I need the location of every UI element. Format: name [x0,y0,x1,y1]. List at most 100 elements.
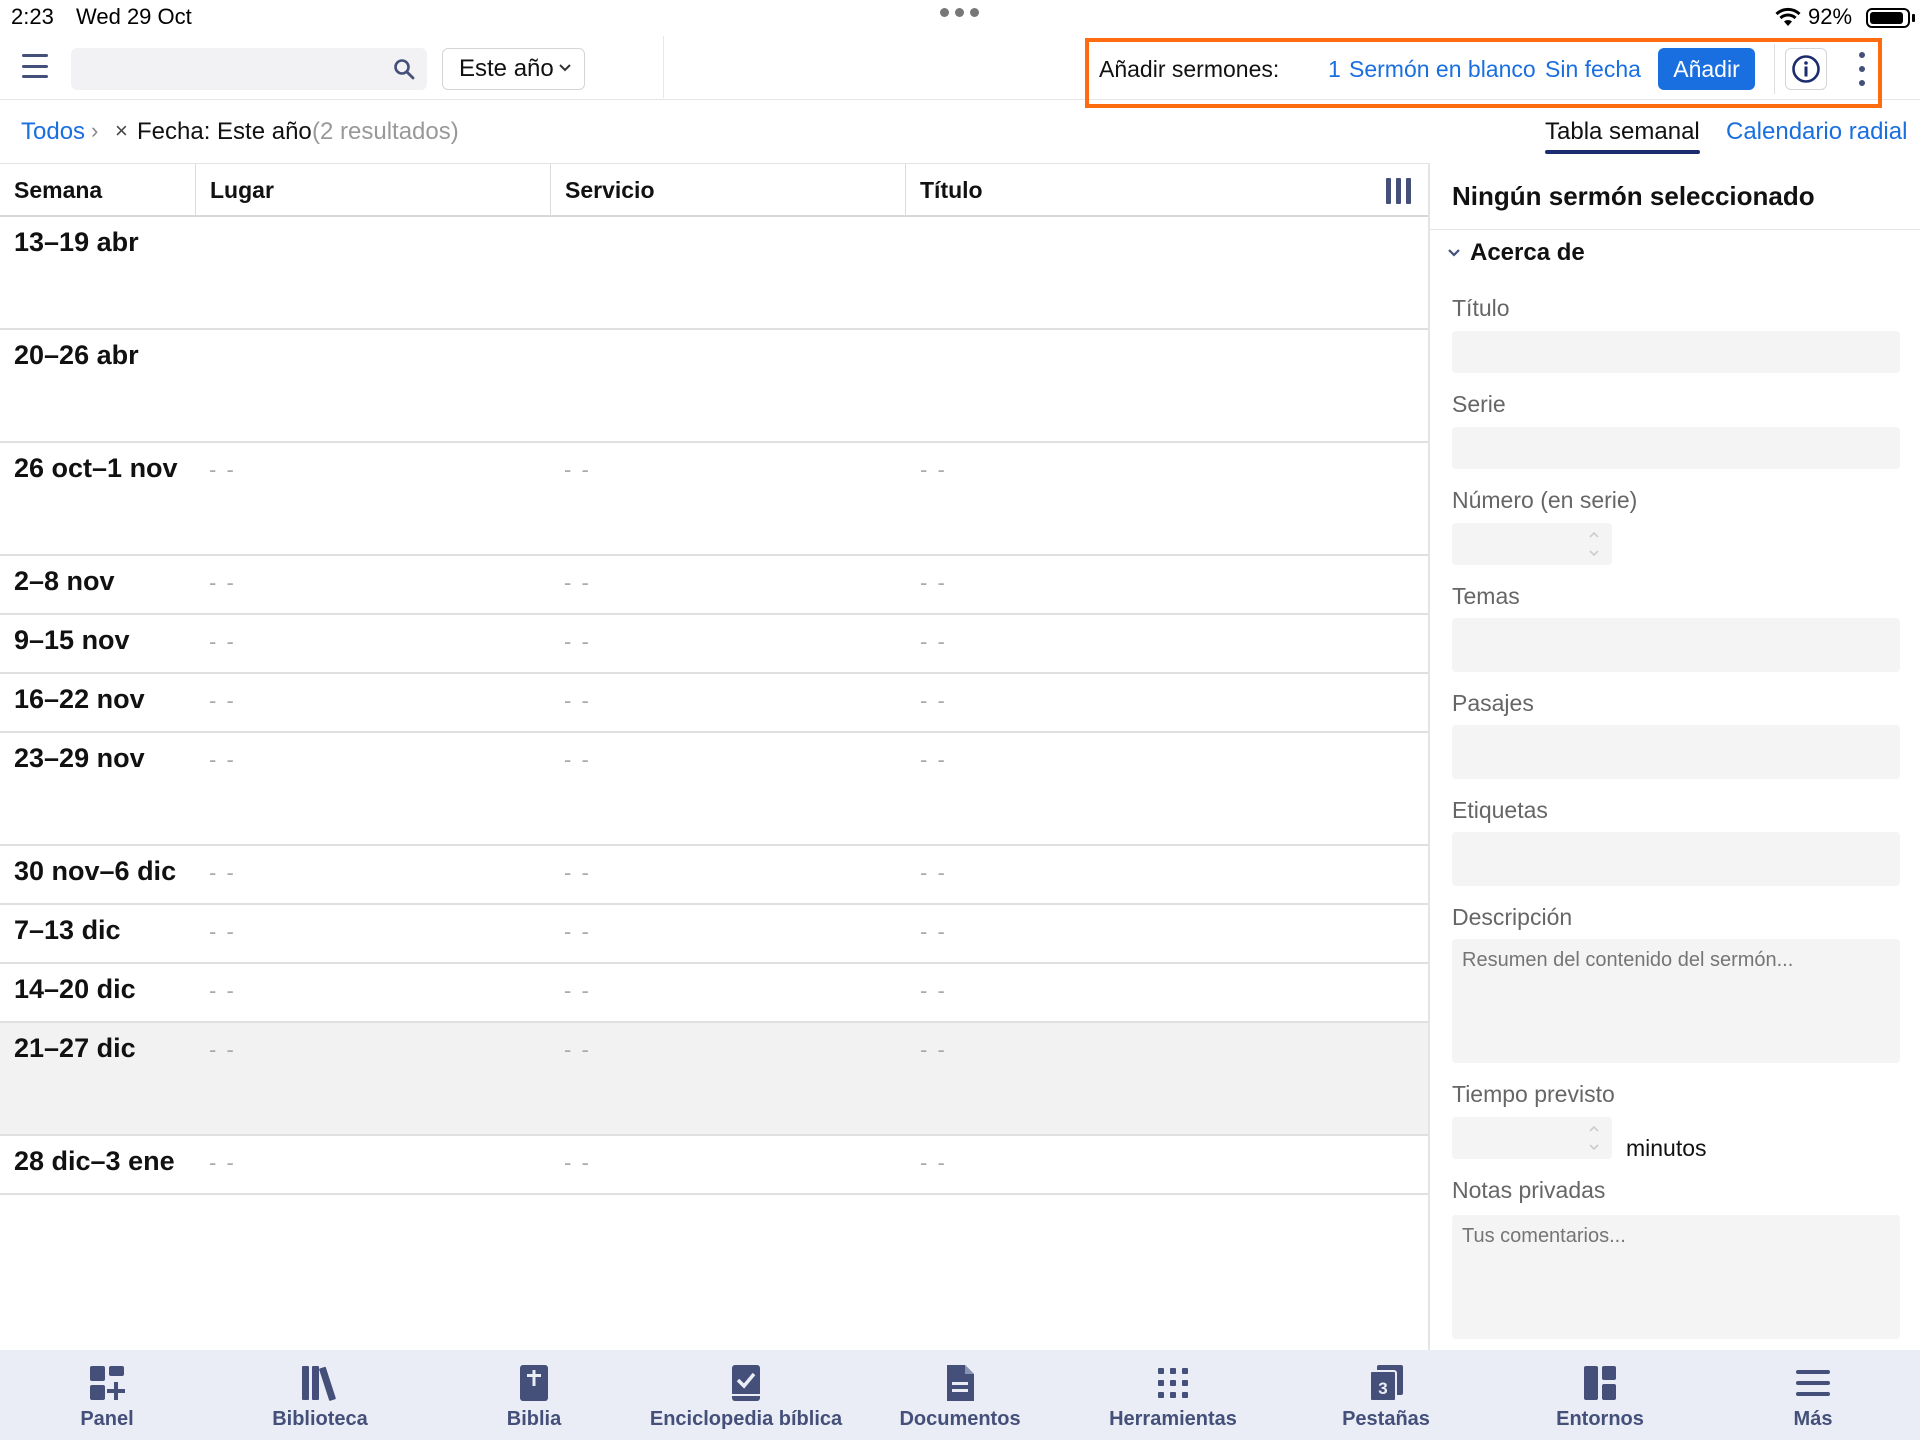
more-options-icon[interactable] [1855,52,1869,86]
table-row[interactable]: 2–8 nov - - - - - - [0,556,1428,615]
service-cell: - - [564,629,591,654]
title-field[interactable] [1452,331,1900,373]
minutes-label: minutos [1626,1135,1707,1161]
search-icon[interactable] [393,58,415,80]
status-date: Wed 29 Oct [76,4,192,29]
tab-tools[interactable]: Herramientas [1105,1350,1241,1440]
tab-more[interactable]: Más [1788,1350,1838,1440]
field-label-description: Descripción [1452,904,1573,930]
field-label-number: Número (en serie) [1452,487,1638,513]
info-button[interactable] [1785,48,1827,90]
about-section-toggle[interactable]: Acerca de [1446,239,1585,267]
stepper-down-icon[interactable] [1588,547,1600,559]
table-row[interactable]: 30 nov–6 dic - - - - - - [0,846,1428,905]
place-cell: - - [209,688,236,713]
field-label-title: Título [1452,295,1510,321]
table-row[interactable]: 20–26 abr [0,330,1428,443]
title-cell: - - [920,629,947,654]
expected-time-stepper[interactable] [1452,1117,1612,1159]
table-row[interactable]: 13–19 abr [0,217,1428,330]
tabs-icon: 3 [1369,1365,1403,1402]
column-header-service[interactable]: Servicio [551,164,905,216]
title-cell: - - [920,570,947,595]
service-cell: - - [564,747,591,772]
chevron-down-icon [1448,249,1460,257]
table-row[interactable]: 21–27 dic - - - - - - [0,1023,1428,1136]
topics-field[interactable] [1452,618,1900,672]
table-row[interactable]: 16–22 nov - - - - - - [0,674,1428,733]
tags-field[interactable] [1452,832,1900,886]
title-cell: - - [920,747,947,772]
series-number-stepper[interactable] [1452,523,1612,565]
stepper-up-icon[interactable] [1588,1123,1600,1135]
blank-sermon-link[interactable]: Sermón en blanco [1349,56,1536,83]
search-input[interactable] [71,48,427,90]
table-row[interactable]: 7–13 dic - - - - - - [0,905,1428,964]
place-cell: - - [209,978,236,1003]
place-cell: - - [209,570,236,595]
add-button[interactable]: Añadir [1658,48,1755,90]
tab-weekly-table[interactable]: Tabla semanal [1545,118,1700,154]
battery-cap [1912,14,1915,22]
week-cell: 30 nov–6 dic [14,856,177,886]
menu-icon[interactable] [22,54,48,78]
passages-field[interactable] [1452,725,1900,779]
stepper-up-icon[interactable] [1588,529,1600,541]
tab-panel[interactable]: Panel [64,1350,150,1440]
result-count: (2 resultados) [312,118,459,145]
no-date-link[interactable]: Sin fecha [1545,56,1641,83]
table-row[interactable]: 23–29 nov - - - - - - [0,733,1428,846]
place-cell: - - [209,919,236,944]
column-header-week[interactable]: Semana [0,164,195,216]
title-cell: - - [920,688,947,713]
tab-tabs[interactable]: 3 Pestañas [1340,1350,1432,1440]
title-cell: - - [920,1150,947,1175]
tab-layouts[interactable]: Entornos [1552,1350,1648,1440]
add-count-link[interactable]: 1 [1328,56,1341,83]
private-notes-field[interactable] [1452,1215,1900,1339]
week-cell: 23–29 nov [14,743,145,773]
breadcrumb-all-link[interactable]: Todos [21,118,85,146]
breadcrumb-separator: › [91,118,99,143]
field-label-passages: Pasajes [1452,690,1534,716]
place-cell: - - [209,629,236,654]
tab-bible[interactable]: Biblia [496,1350,572,1440]
column-header-place[interactable]: Lugar [196,164,550,216]
active-filter: Fecha: Este año [137,118,312,145]
tab-radial-calendar[interactable]: Calendario radial [1726,118,1907,146]
tab-bible-encyclopedia[interactable]: Enciclopedia bíblica [646,1350,846,1440]
tab-label: Pestañas [1342,1408,1430,1430]
weekly-table: Semana Lugar Servicio Título 13–19 abr 20… [0,163,1428,1350]
table-row[interactable]: 28 dic–3 ene - - - - - - [0,1136,1428,1195]
place-cell: - - [209,1150,236,1175]
table-header: Semana Lugar Servicio Título [0,163,1428,217]
more-menu-icon [1796,1370,1830,1396]
table-row[interactable]: 14–20 dic - - - - - - [0,964,1428,1023]
columns-icon[interactable] [1386,178,1414,204]
week-cell: 9–15 nov [14,625,130,655]
multitasking-dots-icon[interactable] [940,8,979,17]
year-filter-select[interactable]: Este año [442,48,585,90]
remove-filter-icon[interactable]: × [115,118,128,144]
description-field[interactable] [1452,939,1900,1063]
service-cell: - - [564,978,591,1003]
search-field[interactable] [71,48,427,90]
tab-label: Panel [80,1408,134,1430]
toolbar-divider [663,36,664,98]
library-icon [302,1366,336,1401]
tab-library[interactable]: Biblioteca [262,1350,378,1440]
title-cell: - - [920,1037,947,1062]
stepper-down-icon[interactable] [1588,1141,1600,1153]
table-row[interactable]: 9–15 nov - - - - - - [0,615,1428,674]
series-field[interactable] [1452,427,1900,469]
title-cell: - - [920,860,947,885]
week-cell: 7–13 dic [14,915,121,945]
info-icon [1792,55,1820,83]
encyclopedia-icon [732,1365,760,1401]
table-row[interactable]: 26 oct–1 nov - - - - - - [0,443,1428,556]
column-header-title[interactable]: Título [906,164,1306,216]
tab-documents[interactable]: Documentos [894,1350,1026,1440]
service-cell: - - [564,570,591,595]
panel-icon [90,1366,125,1400]
week-cell: 16–22 nov [14,684,145,714]
